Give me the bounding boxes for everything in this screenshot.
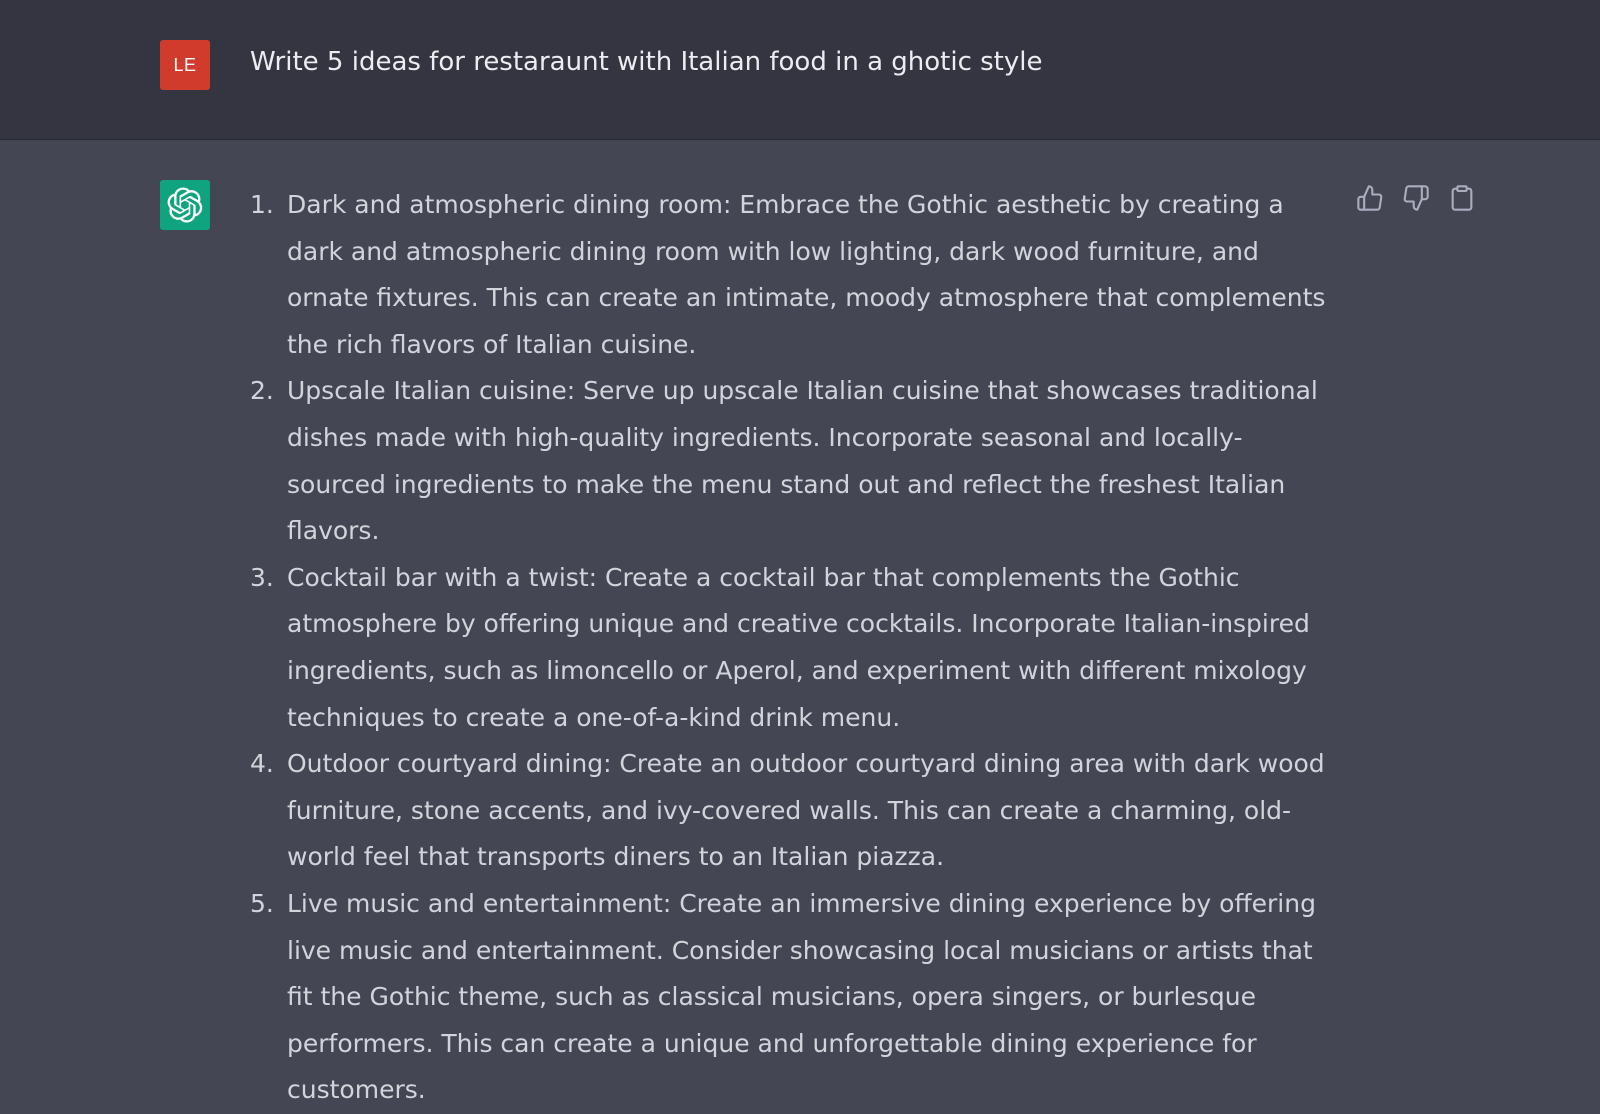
thumbs-down-icon [1403, 185, 1429, 211]
list-item: 3. Cocktail bar with a twist: Create a c… [250, 555, 1340, 741]
openai-logo-icon [167, 187, 203, 223]
list-item: 1. Dark and atmospheric dining room: Emb… [250, 182, 1340, 368]
list-item-number: 1. [250, 190, 274, 219]
thumbs-up-button[interactable] [1352, 180, 1388, 216]
list-item-text: Live music and entertainment: Create an … [287, 888, 1316, 1105]
list-item: 4. Outdoor courtyard dining: Create an o… [250, 741, 1340, 881]
list-item: 2. Upscale Italian cuisine: Serve up ups… [250, 368, 1340, 554]
thumbs-down-button[interactable] [1398, 180, 1434, 216]
list-item-text: Upscale Italian cuisine: Serve up upscal… [287, 376, 1318, 546]
list-item-text: Cocktail bar with a twist: Create a cock… [287, 562, 1310, 732]
user-avatar-initials: LE [173, 54, 197, 75]
list-item-text: Dark and atmospheric dining room: Embrac… [287, 190, 1326, 359]
thumbs-up-icon [1357, 185, 1383, 211]
message-actions [1352, 180, 1482, 220]
answer-list: 1. Dark and atmospheric dining room: Emb… [250, 182, 1340, 1114]
assistant-avatar [160, 180, 210, 230]
copy-button[interactable] [1444, 180, 1480, 216]
user-avatar: LE [160, 40, 210, 90]
assistant-message-row: 1. Dark and atmospheric dining room: Emb… [0, 140, 1600, 1104]
user-message-row: LE Write 5 ideas for restaraunt with Ita… [0, 0, 1600, 140]
user-message-text: Write 5 ideas for restaraunt with Italia… [250, 47, 1043, 77]
list-item: 5. Live music and entertainment: Create … [250, 881, 1340, 1114]
list-item-number: 2. [250, 376, 274, 406]
list-item-number: 5. [250, 888, 274, 918]
clipboard-icon [1451, 185, 1473, 211]
list-item-number: 3. [250, 562, 274, 592]
list-item-number: 4. [250, 749, 274, 779]
list-item-text: Outdoor courtyard dining: Create an outd… [287, 749, 1325, 872]
